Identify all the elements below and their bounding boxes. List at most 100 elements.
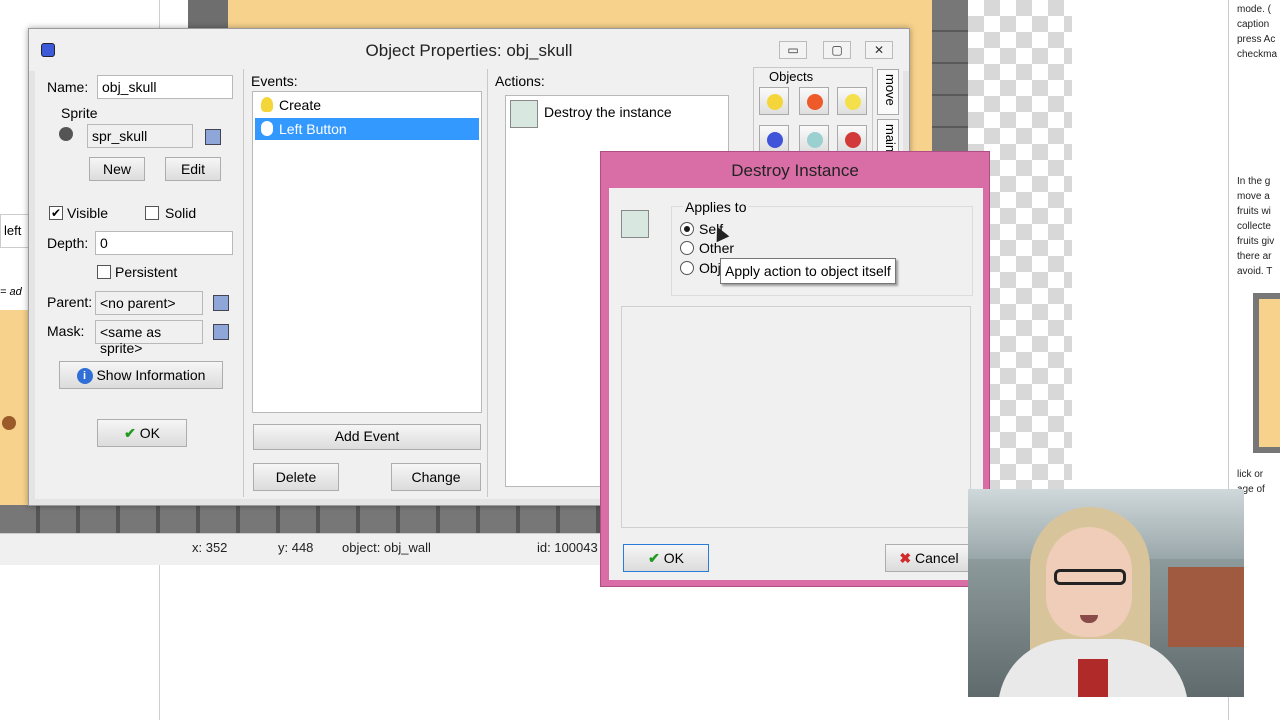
status-object: object: obj_wall	[342, 540, 431, 555]
sprite-group-label: Sprite	[61, 105, 98, 121]
status-id: id: 100043	[537, 540, 598, 555]
brick-image	[1253, 293, 1280, 453]
persistent-checkbox[interactable]	[97, 265, 111, 279]
radio-other[interactable]	[680, 241, 694, 255]
info-icon: i	[76, 368, 93, 385]
doc-line: collecte	[1237, 221, 1271, 232]
status-x: x: 352	[192, 540, 228, 555]
name-field[interactable]: obj_skull	[97, 75, 233, 99]
room-strip	[0, 310, 30, 510]
dialog-ok-label: OK	[663, 550, 684, 566]
sparkle-icon	[845, 94, 861, 110]
left-note: = ad	[0, 286, 22, 298]
change-event-button[interactable]: Change	[391, 463, 481, 491]
parent-menu-icon[interactable]	[213, 295, 229, 311]
doc-line: checkma	[1237, 49, 1278, 60]
skull-sprite-icon	[59, 127, 73, 141]
webcam-overlay	[968, 489, 1244, 697]
show-information-button[interactable]: i Show Information	[59, 361, 223, 389]
applies-to-label: Applies to	[683, 199, 749, 215]
event-label: Create	[279, 97, 322, 113]
window-title: Object Properties: obj_skull	[365, 41, 573, 60]
add-event-button[interactable]: Add Event	[253, 424, 481, 450]
destroy-instance-icon	[510, 100, 538, 128]
divider	[243, 69, 244, 497]
arrow-icon	[807, 94, 823, 110]
status-y: y: 448	[278, 540, 314, 555]
doc-line: fruits giv	[1237, 236, 1275, 247]
action-label: Destroy the instance	[544, 104, 672, 120]
change-instance-tool[interactable]	[759, 125, 789, 153]
sprite-menu-icon[interactable]	[205, 129, 221, 145]
ok-button[interactable]: ✔ OK	[97, 419, 187, 447]
destroy-instance-icon	[807, 132, 823, 148]
events-list[interactable]: Create Left Button	[252, 91, 482, 413]
action-item-destroy[interactable]: Destroy the instance	[508, 98, 726, 128]
shelf	[1168, 567, 1244, 647]
visible-label: Visible	[67, 205, 108, 221]
tab-move[interactable]: move	[877, 69, 899, 115]
cross-icon: ✖	[899, 550, 912, 566]
create-instance-tool[interactable]	[759, 87, 789, 115]
doc-line: move a	[1237, 191, 1270, 202]
dynamite-icon	[845, 132, 861, 148]
divider	[487, 69, 488, 497]
dialog-title: Destroy Instance	[731, 161, 859, 180]
mouse-icon	[261, 121, 273, 136]
create-moving-tool[interactable]	[799, 87, 829, 115]
left-label: left	[0, 214, 30, 248]
checkmark-icon: ✔	[648, 550, 660, 566]
doc-line: caption	[1237, 19, 1270, 30]
lightbulb-icon	[767, 94, 783, 110]
dialog-empty-area	[621, 306, 971, 528]
window-titlebar[interactable]: Object Properties: obj_skull ▭ ▢ ✕	[29, 29, 909, 71]
dialog-body: Applies to Self Other Obj ✔ OK ✖ Cancel	[609, 188, 983, 580]
room-status-bar: x: 352 y: 448 object: obj_wall id: 10004…	[188, 537, 608, 559]
tooltip: Apply action to object itself	[720, 258, 896, 284]
actions-label: Actions:	[495, 73, 545, 89]
create-random-tool[interactable]	[837, 87, 867, 115]
doc-line: In the g	[1237, 176, 1271, 187]
minimize-button[interactable]: ▭	[779, 41, 807, 59]
destroy-at-position-tool[interactable]	[837, 125, 867, 153]
show-information-label: Show Information	[96, 367, 206, 383]
new-sprite-button[interactable]: New	[89, 157, 145, 181]
ok-label: OK	[139, 425, 160, 441]
glasses	[1054, 569, 1126, 585]
event-label: Left Button	[279, 121, 347, 137]
doc-line: lick or	[1237, 469, 1264, 480]
destroy-instance-icon	[621, 210, 649, 238]
radio-object[interactable]	[680, 261, 694, 275]
destroy-instance-tool[interactable]	[799, 125, 829, 153]
radio-object-label: Obj	[699, 260, 721, 276]
doc-line: there ar	[1237, 251, 1272, 262]
depth-label: Depth:	[47, 235, 89, 251]
doc-line: avoid. T	[1237, 266, 1273, 277]
dialog-ok-button[interactable]: ✔ OK	[623, 544, 709, 572]
mask-field[interactable]: <same as sprite>	[95, 320, 203, 356]
solid-checkbox[interactable]	[145, 206, 159, 220]
doc-line: fruits wi	[1237, 206, 1271, 217]
sprite-field[interactable]: spr_skull	[87, 124, 193, 148]
edit-sprite-button[interactable]: Edit	[165, 157, 221, 181]
swap-icon	[767, 132, 783, 148]
visible-checkbox[interactable]: ✔	[49, 206, 63, 220]
name-label: Name:	[47, 79, 89, 95]
delete-event-button[interactable]: Delete	[253, 463, 339, 491]
mask-menu-icon[interactable]	[213, 324, 229, 340]
radio-self[interactable]	[680, 222, 694, 236]
doc-line: mode. (	[1237, 4, 1271, 15]
event-item-left-button[interactable]: Left Button	[255, 118, 479, 140]
close-button[interactable]: ✕	[865, 41, 893, 59]
maximize-button[interactable]: ▢	[823, 41, 851, 59]
depth-field[interactable]: 0	[95, 231, 233, 255]
destroy-instance-dialog: Destroy Instance Applies to Self Other O…	[600, 151, 990, 587]
mask-label: Mask:	[47, 323, 85, 339]
doc-line: press Ac	[1237, 34, 1276, 45]
wall-tile	[188, 0, 228, 30]
dialog-cancel-button[interactable]: ✖ Cancel	[885, 544, 973, 572]
objects-group-label: Objects	[769, 69, 814, 84]
parent-field[interactable]: <no parent>	[95, 291, 203, 315]
skull-sprite-icon	[2, 416, 16, 430]
event-item-create[interactable]: Create	[255, 94, 479, 116]
